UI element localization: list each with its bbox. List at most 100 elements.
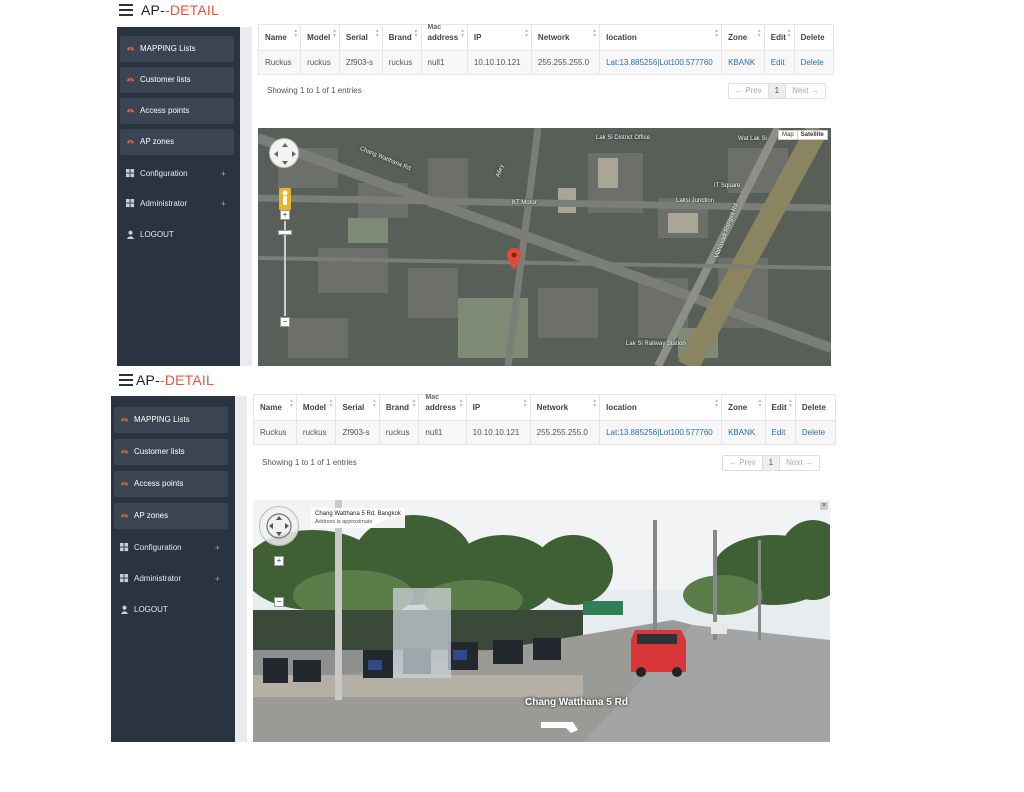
col-header-name[interactable]: Name ▲ ▼ — [257, 24, 302, 51]
col-header-mac-address[interactable]: Mac address ▲ ▼ — [418, 394, 467, 421]
map-type-control: Map Satellite — [778, 130, 828, 140]
sidebar-item-customer-lists[interactable]: Customer lists — [114, 439, 228, 465]
table-row: Ruckus ruckus Zf903-s ruckus null1 10.10… — [253, 420, 836, 445]
next-page-button[interactable]: Next → — [780, 456, 819, 470]
next-page-button[interactable]: Next → — [786, 84, 825, 98]
sidebar-item-customer-lists[interactable]: Customer lists — [120, 67, 234, 93]
gauge-icon — [126, 139, 135, 144]
satellite-imagery — [258, 128, 831, 366]
gauge-icon — [120, 449, 129, 454]
ap-detail-table: Name ▲ ▼ Model ▲ ▼ Serial ▲ ▼ Brand ▲ ▼ Mac addre… — [257, 24, 835, 75]
edit-link[interactable]: Edit — [763, 50, 795, 75]
col-header-delete[interactable]: Delete — [794, 394, 836, 421]
expand-plus-icon: + — [214, 543, 220, 553]
sidebar-item-access-points[interactable]: Access points — [120, 98, 234, 124]
col-header-edit[interactable]: Edit ▲ ▼ — [764, 394, 796, 421]
hamburger-menu-icon[interactable] — [119, 4, 133, 16]
delete-link[interactable]: Delete — [794, 420, 836, 445]
gauge-icon — [126, 46, 135, 51]
cell-ip: 10.10.10.121 — [465, 420, 531, 445]
col-header-brand[interactable]: Brand ▲ ▼ — [378, 394, 420, 421]
sidebar-item-label: MAPPING Lists — [140, 44, 196, 53]
sidebar-item-access-points[interactable]: Access points — [114, 471, 228, 497]
page-1-button[interactable]: 1 — [768, 84, 787, 98]
col-header-model[interactable]: Model ▲ ▼ — [295, 394, 337, 421]
zoom-slider-track[interactable] — [284, 221, 286, 316]
sidebar-item-label: Access points — [134, 479, 184, 488]
zoom-in-button[interactable]: + — [274, 556, 284, 566]
col-header-edit[interactable]: Edit ▲ ▼ — [763, 24, 795, 51]
col-header-model[interactable]: Model ▲ ▼ — [300, 24, 341, 51]
zoom-out-button[interactable]: − — [280, 317, 290, 327]
sidebar-item-logout[interactable]: LOGOUT — [120, 222, 234, 248]
sidebar-item-ap-zones[interactable]: AP zones — [120, 129, 234, 155]
cell-network: 255.255.255.0 — [530, 50, 601, 75]
sidebar-item-ap-zones[interactable]: AP zones — [114, 503, 228, 529]
location-link[interactable]: Lat:13.885256|Lot100.577760 — [599, 50, 723, 75]
sidebar-item-configuration[interactable]: Configuration + — [120, 161, 234, 187]
col-header-name[interactable]: Name ▲ ▼ — [253, 394, 297, 421]
zone-link[interactable]: KBANK — [721, 420, 766, 445]
page-1-button[interactable]: 1 — [762, 456, 781, 470]
hamburger-menu-icon[interactable] — [119, 374, 133, 386]
col-header-mac-address[interactable]: Mac address ▲ ▼ — [420, 24, 468, 51]
entries-info: Showing 1 to 1 of 1 entries — [267, 86, 362, 95]
sidebar-item-administrator[interactable]: Administrator + — [114, 566, 228, 592]
prev-page-button[interactable]: ← Prev — [723, 456, 763, 470]
edit-link[interactable]: Edit — [764, 420, 796, 445]
map-poi-label: Laksi Junction — [676, 198, 715, 204]
pagination: ← Prev 1 Next → — [722, 455, 820, 471]
sidebar-item-label: Configuration — [134, 543, 182, 552]
col-header-network[interactable]: Network ▲ ▼ — [530, 24, 601, 51]
delete-link[interactable]: Delete — [793, 50, 835, 75]
prev-page-button[interactable]: ← Prev — [729, 84, 769, 98]
user-icon — [126, 230, 135, 239]
cell-mac: null1 — [418, 420, 467, 445]
map-poi-label: Lak Si District Office — [596, 135, 650, 141]
sidebar-item-label: Customer lists — [140, 75, 191, 84]
screenshot-panel-streetview: AP--DETAIL MAPPING Lists Customer lists … — [111, 366, 836, 742]
location-link[interactable]: Lat:13.885256|Lot100.577760 — [599, 420, 723, 445]
content-gutter — [240, 27, 252, 366]
col-header-serial[interactable]: Serial ▲ ▼ — [335, 394, 380, 421]
zoom-in-button[interactable]: + — [280, 210, 290, 220]
sidebar-item-label: Administrator — [134, 574, 182, 583]
col-header-serial[interactable]: Serial ▲ ▼ — [339, 24, 383, 51]
pan-arrows-icon — [274, 143, 296, 165]
zone-link[interactable]: KBANK — [721, 50, 765, 75]
col-header-zone[interactable]: Zone ▲ ▼ — [721, 24, 765, 51]
zoom-slider-handle[interactable] — [278, 230, 292, 235]
street-view[interactable]: + − Chang Watthana 5 Rd, Bangkok Address… — [253, 500, 830, 742]
col-header-ip[interactable]: IP ▲ ▼ — [465, 394, 531, 421]
pan-control[interactable] — [259, 506, 299, 546]
satellite-map[interactable]: Chang Watthana Rd Lak Si District Office… — [258, 128, 831, 366]
col-header-zone[interactable]: Zone ▲ ▼ — [721, 394, 766, 421]
col-header-ip[interactable]: IP ▲ ▼ — [466, 24, 532, 51]
sidebar-item-mapping-lists[interactable]: MAPPING Lists — [120, 36, 234, 62]
sidebar-item-label: Customer lists — [134, 447, 185, 456]
sidebar-item-mapping-lists[interactable]: MAPPING Lists — [114, 407, 228, 433]
grid-icon — [126, 199, 135, 208]
sidebar-item-logout[interactable]: LOGOUT — [114, 597, 228, 623]
sidebar-item-administrator[interactable]: Administrator + — [120, 191, 234, 217]
col-header-location[interactable]: location ▲ ▼ — [599, 394, 723, 421]
map-type-map-button[interactable]: Map — [779, 131, 797, 139]
pan-control[interactable] — [269, 138, 299, 168]
col-header-delete[interactable]: Delete — [793, 24, 835, 51]
col-header-location[interactable]: location ▲ ▼ — [599, 24, 723, 51]
close-icon[interactable]: × — [820, 502, 828, 510]
col-header-brand[interactable]: Brand ▲ ▼ — [381, 24, 422, 51]
sidebar: MAPPING Lists Customer lists Access poin… — [111, 396, 235, 742]
brand-title: AP--DETAIL — [141, 2, 219, 18]
location-pin-icon[interactable] — [507, 248, 521, 270]
sidebar-item-label: LOGOUT — [140, 230, 174, 239]
brand-title: AP--DETAIL — [136, 372, 214, 388]
col-header-network[interactable]: Network ▲ ▼ — [529, 394, 601, 421]
map-type-satellite-button[interactable]: Satellite — [796, 131, 827, 139]
pegman-icon[interactable] — [279, 188, 291, 210]
content-gutter — [235, 396, 247, 742]
sidebar-item-configuration[interactable]: Configuration + — [114, 535, 228, 561]
zoom-out-button[interactable]: − — [274, 597, 284, 607]
ap-detail-table: Name ▲ ▼ Model ▲ ▼ Serial ▲ ▼ Brand ▲ ▼ Mac addre… — [253, 394, 836, 445]
sidebar-item-label: Access points — [140, 106, 190, 115]
